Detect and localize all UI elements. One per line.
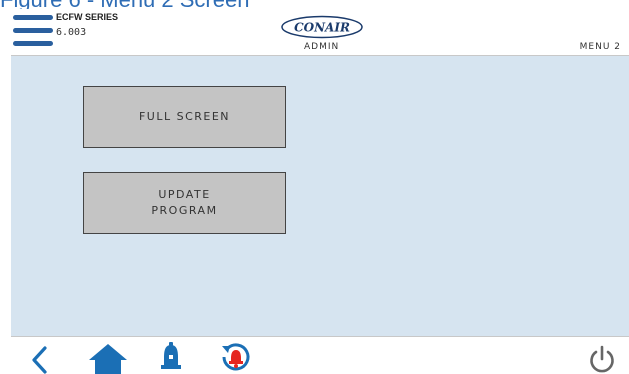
update-program-label-line2: PROGRAM <box>151 204 218 217</box>
svg-text:CONAIR: CONAIR <box>294 21 350 35</box>
footer-bar <box>11 336 629 374</box>
screen-label: MENU 2 <box>579 42 621 52</box>
update-program-label-line1: UPDATE <box>158 188 211 201</box>
back-icon[interactable] <box>29 346 51 374</box>
bell-icon[interactable] <box>160 342 182 373</box>
update-program-button[interactable]: UPDATE PROGRAM <box>83 172 286 234</box>
alarm-history-icon[interactable] <box>218 342 252 373</box>
menu-icon[interactable] <box>13 15 53 47</box>
main-content: FULL SCREEN UPDATE PROGRAM <box>11 56 629 336</box>
home-icon[interactable] <box>88 343 128 374</box>
full-screen-label: FULL SCREEN <box>138 110 231 123</box>
model-name: ECFW SERIES <box>56 12 119 22</box>
conair-logo: CONAIR <box>281 15 363 39</box>
full-screen-button[interactable]: FULL SCREEN <box>83 86 286 148</box>
power-icon[interactable] <box>588 345 616 374</box>
user-role: ADMIN <box>304 42 340 52</box>
header-bar: ECFW SERIES 6.003 CONAIR ADMIN MENU 2 <box>11 9 629 56</box>
hmi-screen: ECFW SERIES 6.003 CONAIR ADMIN MENU 2 FU… <box>11 9 629 374</box>
figure-caption: Figure 6 - Menu 2 Screen <box>0 0 629 9</box>
software-version: 6.003 <box>56 27 87 38</box>
